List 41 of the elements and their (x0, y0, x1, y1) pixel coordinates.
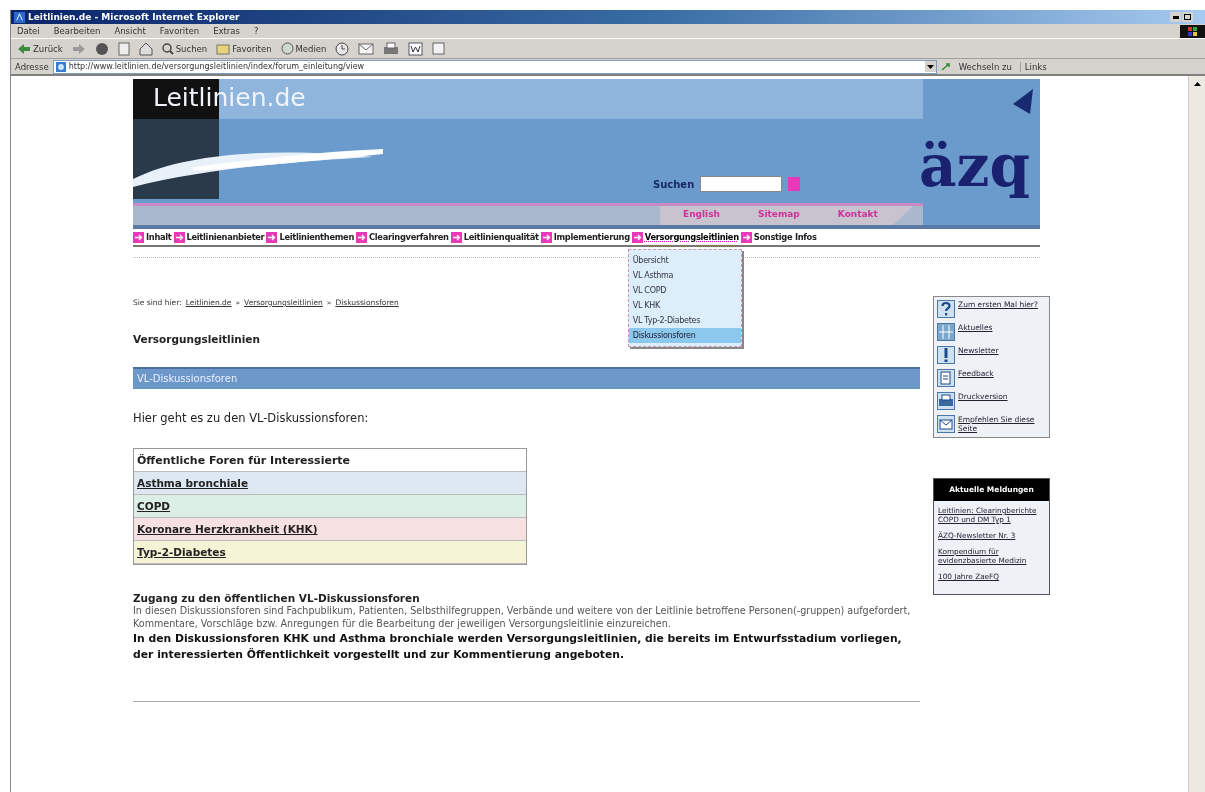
intro-text: Hier geht es zu den VL-Diskussionsforen: (133, 411, 370, 425)
menu-item[interactable]: Ansicht (114, 26, 146, 36)
paragraph: In diesen Diskussionsforen sind Fachpublikum, Patienten, Selbsthilfegruppen, Verbände und weitere von der Leitlinie betroffene Personen(-gruppen) aufgefordert, Kommentare, Vorschläge bzw. Anregungen für die Bearbeitung der jeweiligen Versorgungsleitlinie einzureichen. (133, 604, 912, 630)
menu-item[interactable]: Extras (213, 26, 240, 36)
dropdown-item[interactable]: VL COPD (628, 282, 741, 298)
dropdown-item[interactable]: VL KHK (628, 297, 741, 313)
toolbar-button[interactable]: Suchen (161, 42, 208, 55)
forum-link[interactable]: Typ-2-Diabetes (134, 541, 526, 564)
forum-link[interactable]: Koronare Herzkrankheit (KHK) (134, 518, 526, 541)
search-label: Suchen (653, 178, 695, 190)
menu-item[interactable]: Favoriten (159, 26, 200, 36)
toolbar-button[interactable]: Zurück (17, 42, 63, 55)
toolbar-button[interactable]: Favoriten (216, 42, 272, 55)
forum-link[interactable]: COPD (134, 495, 526, 518)
address-label: Adresse (15, 61, 49, 72)
nav-menu-item[interactable]: Clearingverfahren (369, 232, 449, 242)
nav-menu-item[interactable]: Leitlinienanbieter (186, 232, 265, 242)
menu-item[interactable]: ? (254, 26, 259, 36)
nav-menu-item[interactable]: Implementierung (553, 232, 630, 242)
nav-menu-item[interactable]: Inhalt (146, 232, 172, 242)
paragraph: In den Diskussionsforen KHK und Asthma bronchiale werden Versorgungsleitlinien, die bereits im Entwurfsstadium vorliegen, der interessierten Öffentlichkeit vorgestellt und zur Kommentierung angeboten. (133, 631, 903, 663)
section-heading: Zugang zu den öffentlichen VL-Diskussionsforen (133, 592, 421, 604)
dropdown-item[interactable]: VL Typ-2-Diabetes (628, 312, 741, 328)
nav-menu-item[interactable]: Versorgungsleitlinien (644, 232, 739, 242)
forum-link[interactable]: Asthma bronchiale (134, 472, 526, 495)
address-field[interactable]: http://www.leitlinien.de/versorgungsleitlinien/index/forum_einleitung/view (52, 59, 937, 74)
nav-menu-item[interactable]: Sonstige Infos (753, 232, 817, 242)
window-title: Leitlinien.de - Microsoft Internet Explorer (28, 12, 241, 22)
menu-item[interactable]: Bearbeiten (53, 26, 101, 36)
nav-menu-item[interactable]: Leitlinienqualität (463, 232, 539, 242)
section-title-bar: VL-Diskussionsforen (133, 367, 920, 389)
menu-item[interactable]: Datei (17, 26, 40, 36)
dropdown-item[interactable]: Diskussionsforen (628, 327, 741, 343)
nav-menu-item[interactable]: Leitlinienthemen (279, 232, 354, 242)
brand-logo[interactable]: äzq (918, 131, 1030, 201)
dropdown-item[interactable]: VL Asthma (628, 267, 741, 283)
links-button[interactable]: Links (1019, 61, 1047, 72)
go-button[interactable]: Wechseln zu (954, 61, 1016, 72)
page-heading: Versorgungsleitlinien (133, 333, 260, 345)
toolbar-button[interactable]: Medien (280, 42, 327, 55)
dropdown-item[interactable]: Übersicht (628, 252, 741, 268)
